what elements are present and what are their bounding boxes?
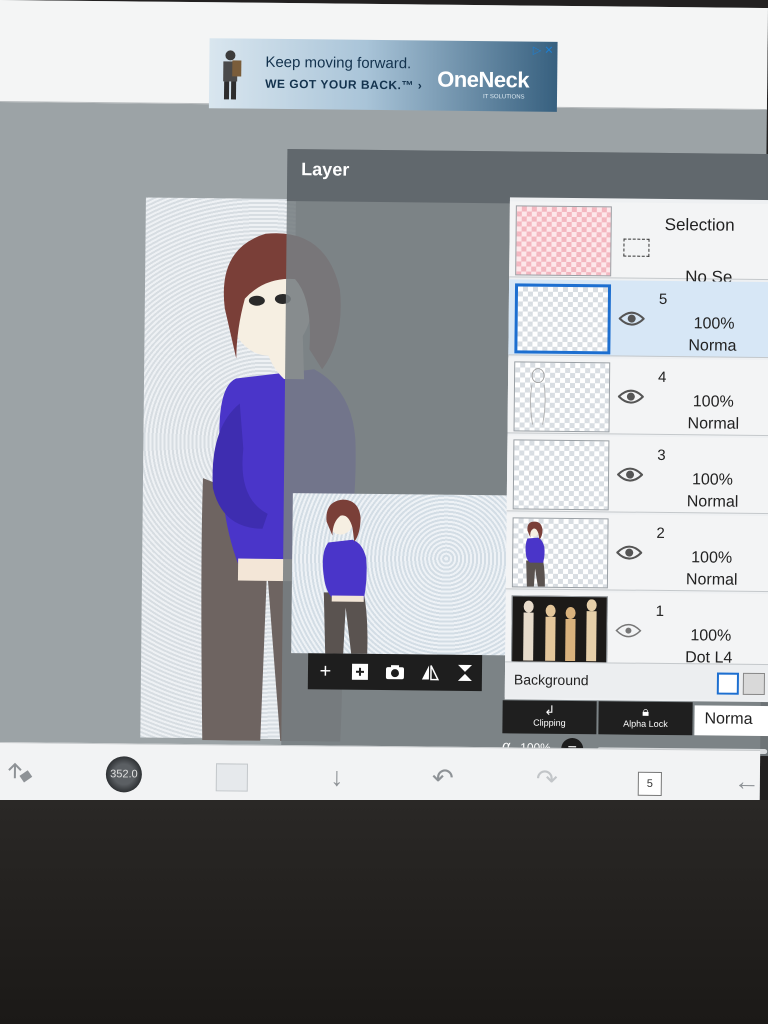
sketch-thumbnail [530,368,546,425]
alpha-lock-label: Alpha Lock [623,718,668,730]
transform-eraser-icon[interactable] [2,753,38,793]
selection-marquee-icon [623,238,650,257]
back-arrow-icon[interactable]: ← [734,761,760,801]
alpha-lock-button[interactable]: 🔒︎ Alpha Lock [598,701,693,736]
ad-brand: OneNeck [437,66,530,93]
layer-thumbnail [511,595,608,667]
layer-toolbar: + [307,653,483,692]
preview-figure [322,499,368,654]
brush-size-indicator[interactable]: 352.0 [105,756,143,793]
merge-layer-icon[interactable] [451,660,477,686]
layer-blend-mode: Norma [688,337,737,355]
layer-opacity: 100% [692,393,734,411]
lock-icon: 🔒︎ [642,703,650,719]
color-swatch[interactable] [215,763,249,792]
eye-icon[interactable] [618,310,645,326]
ad-headline: Keep moving forward. [265,53,412,73]
download-arrow-icon[interactable]: ↓ [322,756,352,796]
undo-icon[interactable]: ↶ [428,758,458,798]
layer-thumbnail [514,283,612,355]
layer-list: Selection No Se 5 100% Norma 4 100% Norm… [504,197,768,703]
flip-layer-icon[interactable] [417,659,443,685]
layer-row-1[interactable]: 1 100% Dot L4 [505,591,768,671]
selection-label: Selection [664,214,735,235]
layer-number: 1 [655,602,665,620]
layer-preview [291,493,513,656]
blend-mode-select[interactable]: Norma [694,705,768,737]
layer-number: 2 [656,524,665,542]
layer-number: 3 [657,446,666,464]
background-label: Background [513,671,589,689]
ad-tagline: IT SOLUTIONS [482,94,525,101]
app-screen: Keep moving forward. WE GOT YOUR BACK.™ … [0,0,768,808]
layer-row-5[interactable]: 5 100% Norma [508,279,768,359]
layer-row-2[interactable]: 2 100% Normal [505,513,768,593]
camera-icon[interactable] [382,659,408,685]
hiker-image [223,50,242,100]
background-transparent-swatch[interactable] [742,672,765,696]
layer-opacity: 100% [691,471,734,489]
layer-panel: Layer + Selection No Se 5 100% Norma 4 1… [281,149,768,761]
ad-banner[interactable]: Keep moving forward. WE GOT YOUR BACK.™ … [208,38,558,112]
layer-options-row: ↲ Clipping 🔒︎ Alpha Lock Norma [502,700,768,737]
ad-subline: WE GOT YOUR BACK.™ › [265,76,423,93]
layer-number: 4 [657,368,667,386]
layer-thumbnail [513,361,611,433]
eye-icon[interactable] [615,622,642,638]
selection-thumbnail [515,205,612,277]
layer-opacity: 100% [691,549,733,567]
eye-icon[interactable] [616,466,644,482]
clipping-label: Clipping [533,717,566,728]
layer-blend-mode: Normal [687,415,740,433]
layer-opacity: 100% [693,315,735,333]
add-layer-square-icon[interactable] [347,659,373,685]
layer-blend-mode: Normal [685,571,738,589]
adchoices-icon[interactable]: ▷ ✕ [533,44,554,57]
layer-number: 5 [658,290,668,309]
layer-thumbnail [511,517,609,589]
eye-icon[interactable] [617,388,644,404]
layers-button[interactable]: 5 [637,771,662,796]
background-row[interactable]: Background [504,661,768,701]
redo-icon[interactable]: ↷ [532,759,562,799]
bottom-toolbar: 352.0 ↓ ↶ ↷ 5 ← [0,741,761,808]
eye-icon[interactable] [616,544,643,560]
layer-thumbnail [512,439,610,511]
background-white-swatch[interactable] [716,672,739,695]
clipping-arrow-icon: ↲ [544,702,556,718]
figure-thumbnail [525,521,545,587]
layer-row-3[interactable]: 3 100% Normal [506,435,768,515]
device-bezel [0,800,768,1024]
clipping-button[interactable]: ↲ Clipping [502,700,597,735]
layer-opacity: 100% [690,627,732,645]
selection-layer-row[interactable]: Selection No Se [509,201,768,287]
reference-thumbnail [523,599,597,662]
layer-row-4[interactable]: 4 100% Normal [507,357,768,437]
add-layer-icon[interactable]: + [312,658,338,684]
layer-blend-mode: Normal [686,493,739,511]
